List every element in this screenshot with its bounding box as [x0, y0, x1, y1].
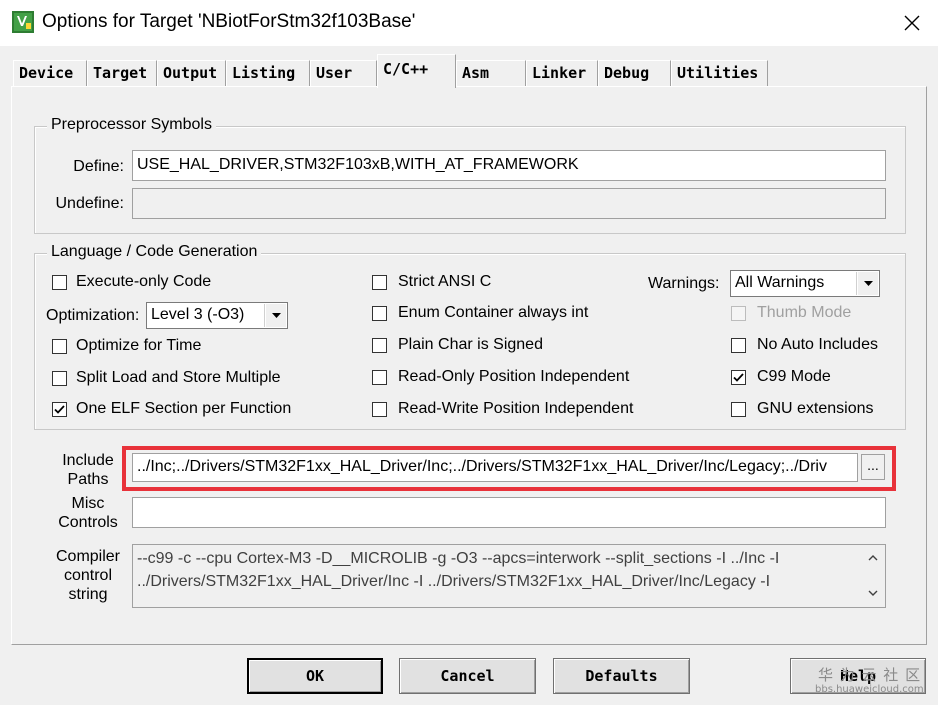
include-paths-input[interactable]: ../Inc;../Drivers/STM32F1xx_HAL_Driver/I… — [132, 453, 858, 482]
title-bar: Options for Target 'NBiotForStm32f103Bas… — [0, 0, 938, 46]
c99-mode-label: C99 Mode — [757, 368, 831, 385]
read-write-position-independent-checkbox[interactable] — [372, 402, 387, 417]
tab-utilities[interactable]: Utilities — [671, 60, 768, 86]
tab-c-cpp[interactable]: C/C++ — [377, 54, 456, 88]
one-elf-section-checkbox[interactable] — [52, 402, 67, 417]
include-paths-label: Include Paths — [62, 452, 114, 488]
split-load-store-label: Split Load and Store Multiple — [76, 369, 281, 386]
keil-uvision-icon — [12, 11, 34, 33]
execute-only-label: Execute-only Code — [76, 273, 212, 290]
optimize-for-time-checkbox[interactable] — [52, 339, 67, 354]
plain-char-signed-label: Plain Char is Signed — [398, 336, 543, 353]
tab-device[interactable]: Device — [13, 60, 87, 86]
compiler-control-string-box[interactable]: --c99 -c --cpu Cortex-M3 -D__MICROLIB -g… — [132, 544, 886, 608]
tab-target[interactable]: Target — [87, 60, 157, 86]
tab-panel-c-cpp: Preprocessor Symbols Define: USE_HAL_DRI… — [11, 86, 927, 645]
compiler-string-scrollbar[interactable] — [861, 545, 885, 607]
plain-char-signed-checkbox[interactable] — [372, 338, 387, 353]
warnings-value: All Warnings — [735, 274, 825, 291]
defaults-button[interactable]: Defaults — [553, 658, 690, 694]
cancel-button[interactable]: Cancel — [399, 658, 536, 694]
scroll-up-icon[interactable] — [868, 555, 878, 561]
optimize-for-time-label: Optimize for Time — [76, 337, 202, 354]
gnu-extensions-label: GNU extensions — [757, 400, 874, 417]
ok-button[interactable]: OK — [247, 658, 383, 694]
window-title: Options for Target 'NBiotForStm32f103Bas… — [42, 11, 416, 32]
one-elf-section-label: One ELF Section per Function — [76, 400, 292, 417]
undefine-input[interactable] — [132, 188, 886, 219]
define-label: Define: — [73, 158, 124, 175]
scroll-down-icon[interactable] — [868, 590, 878, 596]
strict-ansi-c-checkbox[interactable] — [372, 275, 387, 290]
close-icon[interactable] — [894, 8, 930, 38]
tab-strip: Device Target Output Listing User C/C++ … — [0, 46, 938, 90]
language-group-label: Language / Code Generation — [47, 243, 262, 261]
read-write-position-independent-label: Read-Write Position Independent — [398, 400, 634, 417]
preprocessor-group-label: Preprocessor Symbols — [47, 116, 216, 134]
chevron-down-icon — [864, 281, 873, 286]
checkmark-icon — [54, 405, 65, 414]
tab-linker[interactable]: Linker — [526, 60, 598, 86]
optimization-dropdown-button[interactable] — [265, 304, 286, 327]
c99-mode-checkbox[interactable] — [731, 370, 746, 385]
warnings-label: Warnings: — [648, 275, 720, 292]
chevron-down-icon — [272, 313, 281, 318]
checkmark-icon — [733, 373, 744, 382]
tab-asm[interactable]: Asm — [456, 60, 526, 86]
enum-container-checkbox[interactable] — [372, 306, 387, 321]
tab-output[interactable]: Output — [157, 60, 226, 86]
optimization-select[interactable]: Level 3 (-O3) — [146, 302, 288, 329]
optimization-label: Optimization: — [46, 307, 140, 324]
gnu-extensions-checkbox[interactable] — [731, 402, 746, 417]
strict-ansi-c-label: Strict ANSI C — [398, 273, 492, 290]
no-auto-includes-label: No Auto Includes — [757, 336, 878, 353]
watermark-url: bbs.huaweicloud.com — [815, 684, 924, 695]
define-input[interactable]: USE_HAL_DRIVER,STM32F103xB,WITH_AT_FRAME… — [132, 150, 886, 181]
compiler-string-line-1: --c99 -c --cpu Cortex-M3 -D__MICROLIB -g… — [137, 550, 780, 567]
execute-only-checkbox[interactable] — [52, 275, 67, 290]
warnings-select[interactable]: All Warnings — [730, 270, 880, 297]
tab-user[interactable]: User — [310, 60, 377, 86]
enum-container-label: Enum Container always int — [398, 304, 589, 321]
include-paths-browse-button[interactable]: ... — [861, 454, 885, 480]
no-auto-includes-checkbox[interactable] — [731, 338, 746, 353]
warnings-dropdown-button[interactable] — [857, 272, 878, 295]
undefine-label: Undefine: — [55, 195, 125, 212]
read-only-position-independent-label: Read-Only Position Independent — [398, 368, 630, 385]
tab-listing[interactable]: Listing — [226, 60, 310, 86]
split-load-store-checkbox[interactable] — [52, 371, 67, 386]
compiler-string-line-2: ../Drivers/STM32F1xx_HAL_Driver/Inc -I .… — [137, 573, 771, 590]
tab-debug[interactable]: Debug — [598, 60, 671, 86]
misc-controls-label: Misc Controls — [58, 495, 118, 531]
watermark-text: 华 为 云 社 区 — [818, 666, 922, 684]
compiler-control-string-label: Compiler control string — [55, 548, 120, 603]
optimization-value: Level 3 (-O3) — [151, 306, 245, 323]
thumb-mode-label: Thumb Mode — [757, 304, 852, 321]
misc-controls-input[interactable] — [132, 497, 886, 528]
thumb-mode-checkbox[interactable] — [731, 306, 746, 321]
read-only-position-independent-checkbox[interactable] — [372, 370, 387, 385]
